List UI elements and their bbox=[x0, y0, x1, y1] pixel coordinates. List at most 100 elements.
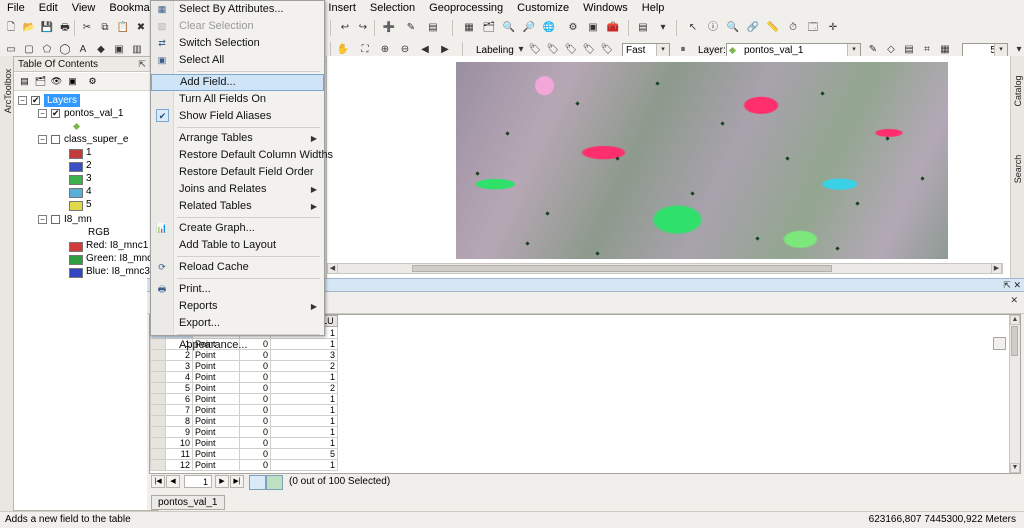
context-menu-item-restore-default-field-order[interactable]: Restore Default Field Order bbox=[151, 164, 324, 181]
expander-icon[interactable]: − bbox=[38, 135, 47, 144]
toc-band-red[interactable]: Red: I8_mnc1 bbox=[14, 239, 158, 252]
menu-item-selection[interactable]: Selection bbox=[363, 0, 422, 17]
dock-tab-arctoolbox[interactable]: ArcToolbox bbox=[3, 65, 13, 117]
cell-fid[interactable]: 3 bbox=[165, 360, 193, 372]
row-selector[interactable] bbox=[150, 459, 166, 471]
table-row[interactable]: 7 Point 0 1 bbox=[150, 404, 338, 416]
grid-options-icon[interactable] bbox=[993, 337, 1006, 350]
label-speed-combo[interactable]: Fast ▾ bbox=[622, 43, 670, 57]
table-row[interactable]: 11 Point 0 5 bbox=[150, 448, 338, 460]
cell-fid[interactable]: 9 bbox=[165, 426, 193, 438]
menu-item-geoprocessing[interactable]: Geoprocessing bbox=[422, 0, 510, 17]
toc-class-5[interactable]: 5 bbox=[14, 198, 158, 211]
select-arrow-icon[interactable]: ↖ bbox=[686, 21, 700, 35]
table-close-tab-icon[interactable]: ✕ bbox=[1010, 295, 1018, 306]
toc-class-2[interactable]: 2 bbox=[14, 159, 158, 172]
context-menu-item-export[interactable]: Export... bbox=[151, 315, 324, 332]
catalog-window-icon[interactable]: 🗂 bbox=[482, 21, 496, 35]
cell-cid[interactable]: 0 bbox=[239, 448, 271, 460]
identify-icon[interactable]: ⓘ bbox=[706, 21, 720, 35]
cell-rastervalu[interactable]: 1 bbox=[270, 426, 338, 438]
row-selector[interactable] bbox=[150, 404, 166, 416]
model-builder-icon[interactable]: ⚙ bbox=[566, 21, 580, 35]
add-data-icon[interactable]: ➕ bbox=[382, 21, 396, 35]
previous-extent-icon[interactable]: ◀ bbox=[418, 43, 432, 57]
draw-marker-icon[interactable]: ◆ bbox=[94, 43, 108, 57]
table-row[interactable]: 5 Point 0 2 bbox=[150, 382, 338, 394]
copy-icon[interactable]: ⧉ bbox=[98, 21, 112, 35]
map-view[interactable]: ▲ ▼ ◀ ▶ bbox=[326, 56, 1024, 278]
context-menu-item-reports[interactable]: Reports ▶ bbox=[151, 298, 324, 315]
context-menu-item-select-by-attributes[interactable]: ▦ Select By Attributes... bbox=[151, 1, 324, 18]
cell-rastervalu[interactable]: 5 bbox=[270, 448, 338, 460]
redo-icon[interactable]: ↪ bbox=[356, 21, 370, 35]
expander-icon[interactable]: − bbox=[18, 96, 27, 105]
label-manager-icon[interactable]: 🏷 bbox=[528, 43, 542, 57]
context-menu-item-appearance[interactable]: Appearance... bbox=[151, 337, 324, 354]
toc-node-class-super-e[interactable]: − class_super_e bbox=[14, 133, 158, 146]
toc-node-i8-mn[interactable]: − I8_mn bbox=[14, 213, 158, 226]
measure-icon[interactable]: 📏 bbox=[766, 21, 780, 35]
visibility-checkbox[interactable] bbox=[51, 107, 60, 120]
labeling-menu-label[interactable]: Labeling bbox=[476, 45, 514, 56]
label-weight-icon[interactable]: 🏷 bbox=[564, 43, 578, 57]
draw-color-icon[interactable]: ▣ bbox=[112, 43, 126, 57]
show-selected-records-button[interactable] bbox=[266, 475, 283, 490]
draw-poly-icon[interactable]: ⬠ bbox=[40, 43, 54, 57]
cell-fid[interactable]: 12 bbox=[165, 459, 193, 471]
context-menu-item-restore-default-column-widths[interactable]: Restore Default Column Widths bbox=[151, 147, 333, 164]
draw-line-icon[interactable]: ▭ bbox=[4, 43, 18, 57]
cell-shape[interactable]: Point bbox=[192, 437, 240, 449]
chevron-down-icon[interactable]: ▾ bbox=[656, 44, 669, 56]
table-row[interactable]: 8 Point 0 1 bbox=[150, 415, 338, 427]
row-selector[interactable] bbox=[150, 371, 166, 383]
cell-cid[interactable]: 0 bbox=[239, 382, 271, 394]
cell-shape[interactable]: Point bbox=[192, 459, 240, 471]
list-by-visibility-icon[interactable]: 👁 bbox=[50, 75, 63, 88]
cell-fid[interactable]: 4 bbox=[165, 371, 193, 383]
toc-symbol-pontos-val-1[interactable] bbox=[14, 120, 158, 133]
cell-cid[interactable]: 0 bbox=[239, 371, 271, 383]
toc-options-icon[interactable]: ⚙ bbox=[86, 75, 99, 88]
labeling-caret-icon[interactable]: ▾ bbox=[514, 43, 528, 57]
cell-rastervalu[interactable]: 1 bbox=[270, 415, 338, 427]
row-selector[interactable] bbox=[150, 415, 166, 427]
hyperlink-icon[interactable]: 🔗 bbox=[746, 21, 760, 35]
draw-text-icon[interactable]: A bbox=[76, 43, 90, 57]
toc-node-layers[interactable]: − Layers bbox=[14, 94, 158, 107]
label-view-icon[interactable]: 🏷 bbox=[582, 43, 596, 57]
python-window-icon[interactable]: ▣ bbox=[586, 21, 600, 35]
dock-tab-catalog[interactable]: Catalog bbox=[1013, 66, 1023, 116]
dock-tab-search[interactable]: Search bbox=[1013, 144, 1023, 194]
cell-rastervalu[interactable]: 2 bbox=[270, 382, 338, 394]
context-menu-item-arrange-tables[interactable]: Arrange Tables ▶ bbox=[151, 130, 324, 147]
context-menu-item-switch-selection[interactable]: ⇄ Switch Selection bbox=[151, 35, 324, 52]
list-by-drawing-order-icon[interactable]: ▤ bbox=[18, 75, 31, 88]
layer-combo[interactable]: pontos_val_1 ▾ bbox=[726, 43, 861, 57]
cell-shape[interactable]: Point bbox=[192, 415, 240, 427]
draw-style-icon[interactable]: ▥ bbox=[130, 43, 144, 57]
scale-combo[interactable]: 500 ▾ bbox=[962, 43, 1008, 57]
cell-cid[interactable]: 0 bbox=[239, 393, 271, 405]
cell-rastervalu[interactable]: 1 bbox=[270, 459, 338, 471]
row-selector[interactable] bbox=[150, 448, 166, 460]
cell-shape[interactable]: Point bbox=[192, 360, 240, 372]
map-scroll-left-button[interactable]: ◀ bbox=[327, 263, 338, 274]
scale-more-icon[interactable]: ▾ bbox=[1012, 43, 1024, 57]
globe-icon[interactable]: 🌐 bbox=[542, 21, 556, 35]
table-row[interactable]: 6 Point 0 1 bbox=[150, 393, 338, 405]
html-popup-icon[interactable]: 🗔 bbox=[806, 21, 820, 35]
map-horizontal-scrollbar[interactable] bbox=[327, 263, 1003, 274]
toc-class-4[interactable]: 4 bbox=[14, 185, 158, 198]
table-row[interactable]: 4 Point 0 1 bbox=[150, 371, 338, 383]
editor-sketch-icon[interactable]: ◇ bbox=[884, 43, 898, 57]
menu-item-windows[interactable]: Windows bbox=[576, 0, 635, 17]
undo-icon[interactable]: ↩ bbox=[338, 21, 352, 35]
time-slider-icon[interactable]: ⏱ bbox=[786, 21, 800, 35]
cell-fid[interactable]: 10 bbox=[165, 437, 193, 449]
context-menu-item-related-tables[interactable]: Related Tables ▶ bbox=[151, 198, 324, 215]
cell-cid[interactable]: 0 bbox=[239, 459, 271, 471]
first-record-button[interactable]: |◀ bbox=[151, 475, 165, 488]
context-menu-item-create-graph[interactable]: 📊 Create Graph... bbox=[151, 220, 324, 237]
zoom-out-icon[interactable]: 🔎 bbox=[522, 21, 536, 35]
